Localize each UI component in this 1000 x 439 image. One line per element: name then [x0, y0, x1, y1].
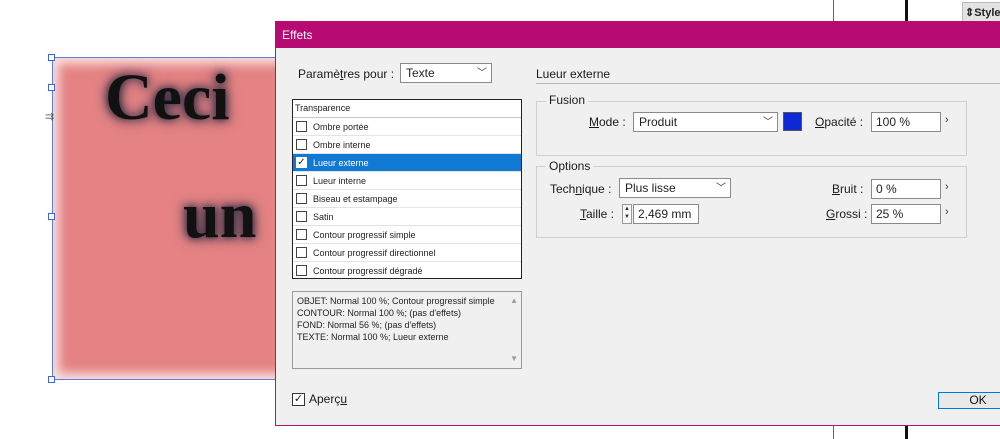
effect-list-item[interactable]: Lueur interne: [293, 172, 521, 190]
effect-label: Lueur interne: [313, 176, 367, 186]
frame-text-line2: un: [183, 179, 257, 252]
scroll-up-icon[interactable]: ▲: [510, 295, 518, 307]
scroll-down-icon[interactable]: ▼: [510, 353, 518, 365]
summary-line: CONTOUR: Normal 100 %; (pas d'effets): [297, 308, 461, 318]
size-label: Taille :: [580, 207, 615, 221]
chevron-down-icon: ﹀: [477, 68, 487, 79]
effect-list-item[interactable]: Contour progressif simple: [293, 226, 521, 244]
preview-checkbox[interactable]: ✓: [292, 393, 305, 406]
size-stepper[interactable]: ▲ ▼: [622, 204, 632, 224]
section-divider: [536, 83, 1000, 84]
effect-checkbox[interactable]: [296, 247, 307, 258]
noise-label: Bruit :: [832, 182, 864, 196]
effect-checkbox[interactable]: [296, 229, 307, 240]
preview-label: Aperçu: [309, 392, 348, 406]
effect-list-item[interactable]: Contour progressif directionnel: [293, 244, 521, 262]
spread-slider-arrow-icon[interactable]: ›: [945, 206, 949, 218]
text-frame[interactable]: Ceci un: [52, 57, 302, 380]
noise-input[interactable]: 0 %: [871, 179, 941, 199]
effect-checkbox[interactable]: ✓: [296, 157, 307, 168]
updown-arrows-icon: ⇕: [965, 7, 975, 19]
effect-checkbox[interactable]: [296, 175, 307, 186]
effect-label: Biseau et estampage: [313, 194, 398, 204]
technique-label: Technique :: [550, 182, 612, 196]
options-group: [536, 166, 967, 238]
fusion-group-label: Fusion: [546, 93, 589, 107]
selection-handle[interactable]: [48, 376, 55, 383]
frame-text-line1: Ceci: [105, 61, 230, 134]
technique-select-value: Plus lisse: [625, 181, 676, 195]
effect-list-item[interactable]: ✓ Lueur externe: [293, 154, 521, 172]
effect-checkbox[interactable]: [296, 193, 307, 204]
noise-slider-arrow-icon[interactable]: ›: [945, 181, 949, 193]
technique-select[interactable]: Plus lisse ﹀: [619, 178, 731, 198]
ok-button[interactable]: OK: [938, 392, 1000, 409]
effects-summary: OBJET: Normal 100 %; Contour progressif …: [292, 291, 522, 369]
styles-tab-label: Style: [974, 7, 1000, 19]
opacity-label: Opacité :: [815, 115, 864, 129]
params-select[interactable]: Texte ﹀: [400, 63, 492, 83]
options-group-label: Options: [546, 159, 594, 173]
effect-checkbox[interactable]: [296, 211, 307, 222]
effect-label: Ombre interne: [313, 140, 371, 150]
dialog-title: Effets: [282, 28, 313, 42]
selection-handle[interactable]: [48, 84, 55, 91]
params-label: Paramètres pour :: [298, 67, 395, 81]
effects-dialog: Effets Paramètres pour : Texte ﹀ Transpa…: [275, 21, 1000, 426]
opacity-slider-arrow-icon[interactable]: ›: [945, 114, 949, 126]
effect-list-item[interactable]: Contour progressif dégradé: [293, 262, 521, 278]
mode-select-value: Produit: [639, 115, 678, 129]
spread-input[interactable]: 25 %: [871, 204, 941, 224]
dialog-titlebar[interactable]: Effets: [276, 22, 1000, 48]
chevron-down-icon: ﹀: [716, 183, 726, 194]
effect-label: Contour progressif simple: [313, 230, 416, 240]
summary-line: OBJET: Normal 100 %; Contour progressif …: [297, 296, 495, 306]
mode-label: Mode :: [589, 115, 626, 129]
effect-list-item[interactable]: Ombre portée: [293, 118, 521, 136]
glow-color-swatch[interactable]: [783, 112, 802, 131]
stepper-up-icon[interactable]: ▲: [623, 205, 631, 213]
summary-line: TEXTE: Normal 100 %; Lueur externe: [297, 332, 449, 342]
styles-panel-tab[interactable]: ⇕Style: [962, 2, 1000, 22]
effect-label: Lueur externe: [313, 158, 369, 168]
effect-label: Contour progressif dégradé: [313, 266, 423, 276]
effect-checkbox[interactable]: [296, 121, 307, 132]
effect-checkbox[interactable]: [296, 139, 307, 150]
selection-handle[interactable]: [48, 54, 55, 61]
effects-list: Transparence Ombre portée Ombre interne ✓ L…: [292, 99, 522, 279]
opacity-input[interactable]: 100 %: [871, 112, 941, 132]
summary-line: FOND: Normal 56 %; (pas d'effets): [297, 320, 437, 330]
effect-checkbox[interactable]: [296, 265, 307, 276]
text-thread-icon[interactable]: ⇉: [45, 110, 59, 123]
params-select-value: Texte: [406, 66, 435, 80]
size-input[interactable]: 2,469 mm: [633, 204, 699, 224]
spread-label: Grossi :: [826, 207, 868, 221]
effect-list-item[interactable]: Biseau et estampage: [293, 190, 521, 208]
effect-label: Satin: [313, 212, 334, 222]
chevron-down-icon: ﹀: [763, 117, 773, 128]
effect-list-item[interactable]: Ombre interne: [293, 136, 521, 154]
effect-label: Ombre portée: [313, 122, 369, 132]
effect-list-item[interactable]: Satin: [293, 208, 521, 226]
effect-label: Contour progressif directionnel: [313, 248, 436, 258]
section-title: Lueur externe: [536, 67, 611, 81]
stepper-down-icon[interactable]: ▼: [623, 213, 631, 221]
mode-select[interactable]: Produit ﹀: [633, 112, 778, 132]
list-item-transparence[interactable]: Transparence: [293, 100, 521, 118]
selection-handle[interactable]: [48, 213, 55, 220]
